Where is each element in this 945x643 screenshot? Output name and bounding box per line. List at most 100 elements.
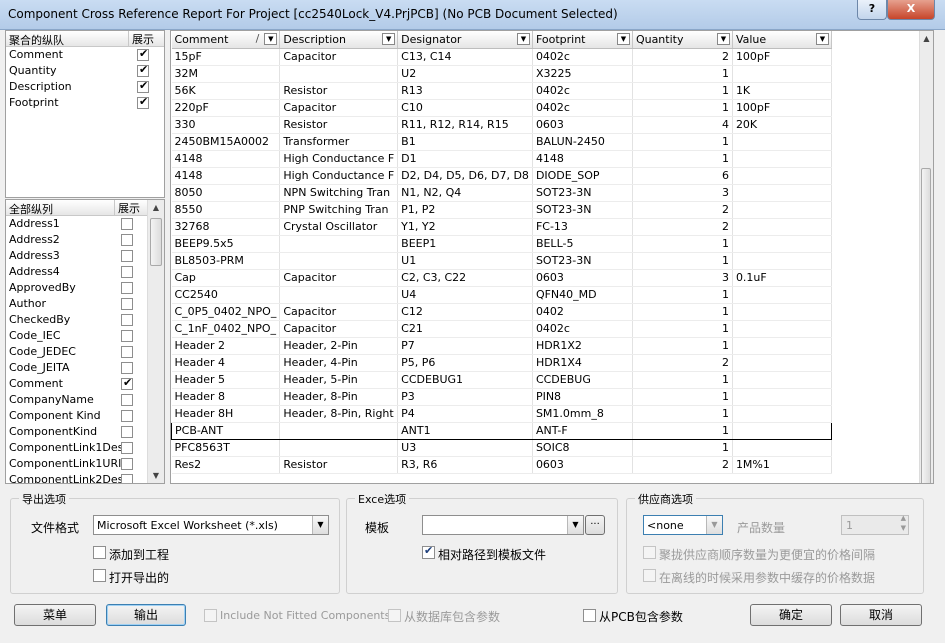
column-header-quantity[interactable]: Quantity ▼	[632, 31, 733, 49]
spin-up-icon[interactable]: ▲	[901, 514, 906, 522]
column-list-item[interactable]: ComponentKind	[6, 424, 164, 440]
supplier-select[interactable]: <none ▼	[643, 515, 723, 535]
column-show-checkbox[interactable]	[137, 95, 149, 109]
scroll-up-icon[interactable]: ▲	[148, 200, 164, 216]
table-row[interactable]: Header 5 Header, 5-Pin CCDEBUG1 CCDEBUG 1	[171, 371, 832, 389]
column-list-item[interactable]: Code_JEITA	[6, 360, 164, 376]
column-show-checkbox[interactable]	[121, 330, 133, 342]
template-chevron-down-icon[interactable]: ▼	[567, 516, 583, 534]
scroll-down-icon[interactable]: ▼	[148, 468, 164, 483]
quantity-stepper[interactable]: 1 ▲ ▼	[841, 514, 909, 535]
table-row[interactable]: Header 2 Header, 2-Pin P7 HDR1X2 1	[171, 337, 832, 355]
table-row[interactable]: Header 8 Header, 8-Pin P3 PIN8 1	[171, 388, 832, 406]
column-header-description[interactable]: Description ▼	[279, 31, 399, 49]
aggregate-qty-checkbox[interactable]	[643, 546, 656, 559]
close-button[interactable]: X	[887, 0, 935, 20]
column-show-checkbox[interactable]	[121, 458, 133, 470]
include-from-db-checkbox[interactable]	[388, 609, 401, 622]
supplier-chevron-down-icon[interactable]: ▼	[706, 516, 722, 534]
column-show-checkbox[interactable]	[121, 234, 133, 246]
column-list-item[interactable]: Footprint	[6, 95, 164, 111]
spin-down-icon[interactable]: ▼	[901, 524, 906, 532]
filter-dropdown-icon[interactable]: ▼	[264, 33, 278, 45]
column-show-checkbox[interactable]	[121, 346, 133, 358]
column-show-checkbox[interactable]	[137, 47, 149, 61]
table-row[interactable]: 330 Resistor R11, R12, R14, R15 0603 4 20K	[171, 116, 832, 134]
column-show-checkbox[interactable]	[121, 376, 133, 390]
table-row[interactable]: Res2 Resistor R3, R6 0603 2 1M%1	[171, 456, 832, 474]
column-header-footprint[interactable]: Footprint ▼	[532, 31, 633, 49]
bom-scroll-up-icon[interactable]: ▲	[920, 31, 933, 47]
column-list-item[interactable]: Description	[6, 79, 164, 95]
cached-price-checkbox[interactable]	[643, 569, 656, 582]
column-show-checkbox[interactable]	[121, 298, 133, 310]
table-row[interactable]: 32768 Crystal Oscillator Y1, Y2 FC-13 2	[171, 218, 832, 236]
table-row[interactable]: PFC8563T U3 SOIC8 1	[171, 439, 832, 457]
column-list-item[interactable]: Author	[6, 296, 164, 312]
column-list-item[interactable]: CheckedBy	[6, 312, 164, 328]
all-columns-scrollbar[interactable]: ▲ ▼	[147, 200, 164, 483]
table-row[interactable]: C_1nF_0402_NPO_ Capacitor C21 0402c 1	[171, 320, 832, 338]
bom-scroll-thumb[interactable]	[921, 168, 931, 483]
column-header-comment[interactable]: Comment / ▼	[171, 31, 281, 49]
column-list-item[interactable]: CompanyName	[6, 392, 164, 408]
column-list-item[interactable]: Comment	[6, 47, 164, 63]
column-show-checkbox[interactable]	[121, 474, 133, 483]
table-row[interactable]: C_0P5_0402_NPO_ Capacitor C12 0402 1	[171, 303, 832, 321]
include-not-fitted-checkbox[interactable]	[204, 609, 217, 622]
table-row[interactable]: 4148 High Conductance F D1 4148 1	[171, 150, 832, 168]
open-exported-checkbox[interactable]	[93, 569, 106, 582]
table-row[interactable]: 56K Resistor R13 0402c 1 1K	[171, 82, 832, 100]
filter-dropdown-icon[interactable]: ▼	[382, 33, 396, 45]
filter-dropdown-icon[interactable]: ▼	[616, 33, 630, 45]
column-list-item[interactable]: Component Kind	[6, 408, 164, 424]
table-row[interactable]: 8050 NPN Switching Tran N1, N2, Q4 SOT23-3N…	[171, 184, 832, 202]
chevron-down-icon[interactable]: ▼	[312, 516, 328, 534]
template-select[interactable]: ▼	[422, 515, 584, 535]
relative-path-checkbox[interactable]	[422, 544, 435, 559]
table-row[interactable]: 2450BM15A0002 Transformer B1 BALUN-2450 1	[171, 133, 832, 151]
scroll-thumb[interactable]	[150, 218, 162, 266]
column-show-checkbox[interactable]	[121, 410, 133, 422]
column-show-checkbox[interactable]	[137, 63, 149, 77]
column-list-item[interactable]: ApprovedBy	[6, 280, 164, 296]
table-row[interactable]: CC2540 U4 QFN40_MD 1	[171, 286, 832, 304]
file-format-select[interactable]: Microsoft Excel Worksheet (*.xls) ▼	[93, 515, 329, 535]
column-show-checkbox[interactable]	[121, 250, 133, 262]
column-show-checkbox[interactable]	[121, 362, 133, 374]
menu-button[interactable]: 菜单	[14, 604, 96, 626]
table-row[interactable]: 220pF Capacitor C10 0402c 1 100pF	[171, 99, 832, 117]
column-header-designator[interactable]: Designator ▼	[397, 31, 533, 49]
add-to-project-checkbox[interactable]	[93, 546, 106, 559]
table-row[interactable]: Header 8H Header, 8-Pin, Right P4 SM1.0mm_8…	[171, 405, 832, 423]
column-show-checkbox[interactable]	[137, 79, 149, 93]
column-list-item[interactable]: ComponentLink1Des	[6, 440, 164, 456]
column-show-checkbox[interactable]	[121, 266, 133, 278]
template-browse-button[interactable]: ···	[585, 515, 605, 535]
ok-button[interactable]: 确定	[750, 604, 832, 626]
column-show-checkbox[interactable]	[121, 314, 133, 326]
export-output-button[interactable]: 输出	[106, 604, 186, 626]
column-show-checkbox[interactable]	[121, 442, 133, 454]
table-row[interactable]: 15pF Capacitor C13, C14 0402c 2 100pF	[171, 48, 832, 66]
table-row[interactable]: BEEP9.5x5 BEEP1 BELL-5 1	[171, 235, 832, 253]
table-row[interactable]: 8550 PNP Switching Tran P1, P2 SOT23-3N 2	[171, 201, 832, 219]
table-row[interactable]: PCB-ANT ANT1 ANT-F 1	[171, 421, 832, 440]
column-list-item[interactable]: Address2	[6, 232, 164, 248]
filter-dropdown-icon[interactable]: ▼	[516, 33, 530, 45]
column-list-item[interactable]: Code_JEDEC	[6, 344, 164, 360]
column-header-value[interactable]: Value ▼	[732, 31, 832, 49]
column-show-checkbox[interactable]	[121, 426, 133, 438]
column-show-checkbox[interactable]	[121, 282, 133, 294]
include-from-pcb-checkbox[interactable]	[583, 609, 596, 622]
table-row[interactable]: 32M U2 X3225 1	[171, 65, 832, 83]
filter-dropdown-icon[interactable]: ▼	[815, 33, 829, 45]
column-show-checkbox[interactable]	[121, 394, 133, 406]
column-list-item[interactable]: Address1	[6, 216, 164, 232]
column-list-item[interactable]: ComponentLink1URI	[6, 456, 164, 472]
column-list-item[interactable]: Address4	[6, 264, 164, 280]
filter-dropdown-icon[interactable]: ▼	[716, 33, 730, 45]
column-list-item[interactable]: ComponentLink2Des	[6, 472, 164, 483]
bom-scrollbar[interactable]: ▲	[919, 31, 933, 483]
table-row[interactable]: Header 4 Header, 4-Pin P5, P6 HDR1X4 2	[171, 354, 832, 372]
